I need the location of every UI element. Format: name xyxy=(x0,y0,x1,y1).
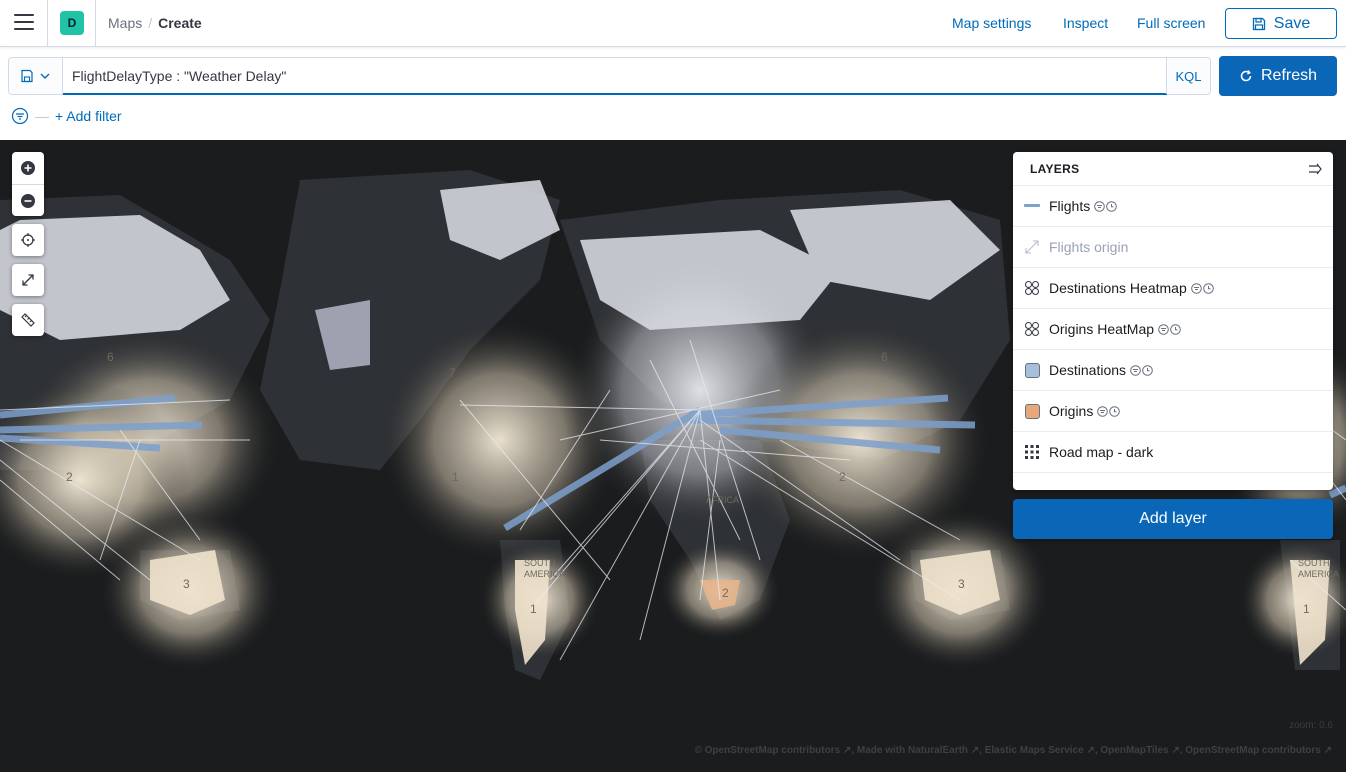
layers-header: LAYERS xyxy=(1013,152,1333,186)
save-button[interactable]: Save xyxy=(1225,8,1337,39)
cluster-count: 6 xyxy=(107,350,114,364)
layer-row-destinations-heatmap[interactable]: Destinations Heatmap xyxy=(1013,268,1333,309)
color-swatch xyxy=(1023,361,1041,379)
divider xyxy=(95,0,96,47)
query-bar: KQL xyxy=(8,57,1211,95)
region-label: SOUTH AMERICA xyxy=(1298,558,1340,579)
layer-label: Origins HeatMap xyxy=(1049,321,1155,337)
cluster-count: 1 xyxy=(1303,602,1310,616)
cluster-count: 2 xyxy=(66,470,73,484)
clock-icon xyxy=(1109,405,1121,417)
layer-label: Destinations xyxy=(1049,362,1127,378)
cluster-count: 2 xyxy=(839,470,846,484)
add-layer-button[interactable]: Add layer xyxy=(1013,499,1333,539)
layers-panel: LAYERS Flights Flights origin Destinatio… xyxy=(1013,152,1333,490)
map-attribution[interactable]: © OpenStreetMap contributors ↗, Made wit… xyxy=(694,745,1332,756)
breadcrumb: Maps / Create xyxy=(108,15,202,31)
layer-row-origins[interactable]: Origins xyxy=(1013,391,1333,432)
layers-title: LAYERS xyxy=(1030,161,1080,176)
zoom-in-icon xyxy=(21,161,35,175)
layer-row-road-map[interactable]: Road map - dark xyxy=(1013,432,1333,473)
zoom-readout: zoom: 0.6 xyxy=(1289,720,1333,731)
fit-data-control xyxy=(12,264,44,296)
layer-meta-icons xyxy=(1094,200,1118,212)
filter-applied-icon xyxy=(1097,405,1109,417)
save-label: Save xyxy=(1273,14,1311,32)
cluster-count: 1 xyxy=(530,602,537,616)
saved-query-button[interactable] xyxy=(9,58,63,94)
cluster-count: 1 xyxy=(452,470,459,484)
zoom-controls xyxy=(12,152,44,216)
filter-icon[interactable] xyxy=(11,107,29,125)
grid-icon xyxy=(1023,443,1041,461)
tools-button[interactable] xyxy=(12,304,44,336)
layer-label: Destinations Heatmap xyxy=(1049,280,1187,296)
region-label: SOUTH AMERICA xyxy=(524,558,566,579)
layer-meta-icons xyxy=(1130,364,1153,376)
region-label: AFRICA xyxy=(706,495,740,505)
layer-meta-icons xyxy=(1158,323,1181,335)
layer-meta-icons xyxy=(1190,282,1214,294)
layer-label: Flights xyxy=(1049,198,1091,214)
fit-bounds-icon xyxy=(22,274,34,286)
layer-label: Origins xyxy=(1049,403,1094,419)
layer-row-origins-heatmap[interactable]: Origins HeatMap xyxy=(1013,309,1333,350)
filter-applied-icon xyxy=(1190,282,1202,294)
heatmap-icon xyxy=(1023,279,1041,297)
line-icon xyxy=(1023,197,1041,215)
refresh-icon xyxy=(1240,70,1252,82)
crosshair-icon xyxy=(21,233,35,247)
space-avatar[interactable]: D xyxy=(60,11,84,35)
divider xyxy=(47,0,48,47)
refresh-button[interactable]: Refresh xyxy=(1219,56,1337,96)
add-filter-button[interactable]: + Add filter xyxy=(55,108,122,124)
cluster-count: 3 xyxy=(183,577,190,591)
zoom-out-icon xyxy=(21,193,35,208)
zoom-out-button[interactable] xyxy=(12,184,44,216)
filter-row: — + Add filter xyxy=(11,106,122,126)
layer-label: Flights origin xyxy=(1049,239,1129,255)
menu-icon[interactable] xyxy=(14,14,34,32)
arrow-icon xyxy=(1023,238,1041,256)
layer-row-flights[interactable]: Flights xyxy=(1013,186,1333,227)
layer-row-flights-origin[interactable]: Flights origin xyxy=(1013,227,1333,268)
cluster-count: 3 xyxy=(958,577,965,591)
fit-bounds-button[interactable] xyxy=(12,264,44,296)
cluster-count: 7 xyxy=(449,366,456,380)
heatmap-icon xyxy=(1023,320,1041,338)
layer-row-destinations[interactable]: Destinations xyxy=(1013,350,1333,391)
save-icon xyxy=(1252,17,1265,30)
breadcrumb-separator: / xyxy=(148,15,153,31)
filter-applied-icon xyxy=(1130,364,1141,376)
layer-label: Road map - dark xyxy=(1049,444,1154,460)
zoom-in-button[interactable] xyxy=(12,152,44,184)
set-view-control xyxy=(12,224,44,256)
filter-applied-icon xyxy=(1094,200,1106,212)
top-nav: D Maps / Create Map settings Inspect Full … xyxy=(0,0,1346,47)
filter-applied-icon xyxy=(1158,323,1169,335)
tools-icon xyxy=(21,313,35,327)
clock-icon xyxy=(1142,364,1153,376)
query-input[interactable] xyxy=(63,58,1167,95)
collapse-panel-icon[interactable] xyxy=(1308,162,1324,176)
query-language-toggle[interactable]: KQL xyxy=(1166,58,1210,94)
saved-query-icon xyxy=(21,69,33,83)
tools-control xyxy=(12,304,44,336)
clock-icon xyxy=(1202,282,1214,294)
cluster-count: 6 xyxy=(881,350,888,364)
set-view-button[interactable] xyxy=(12,224,44,256)
layer-meta-icons xyxy=(1097,405,1121,417)
breadcrumb-create: Create xyxy=(158,15,202,31)
inspect-link[interactable]: Inspect xyxy=(1063,15,1108,31)
clock-icon xyxy=(1106,200,1118,212)
clock-icon xyxy=(1170,323,1181,335)
map-settings-link[interactable]: Map settings xyxy=(952,15,1031,31)
chevron-down-icon xyxy=(40,73,50,79)
refresh-label: Refresh xyxy=(1260,67,1318,84)
filter-separator: — xyxy=(35,108,49,124)
full-screen-link[interactable]: Full screen xyxy=(1137,15,1205,31)
cluster-count: 2 xyxy=(722,586,729,600)
color-swatch xyxy=(1023,402,1041,420)
breadcrumb-maps[interactable]: Maps xyxy=(108,15,142,31)
